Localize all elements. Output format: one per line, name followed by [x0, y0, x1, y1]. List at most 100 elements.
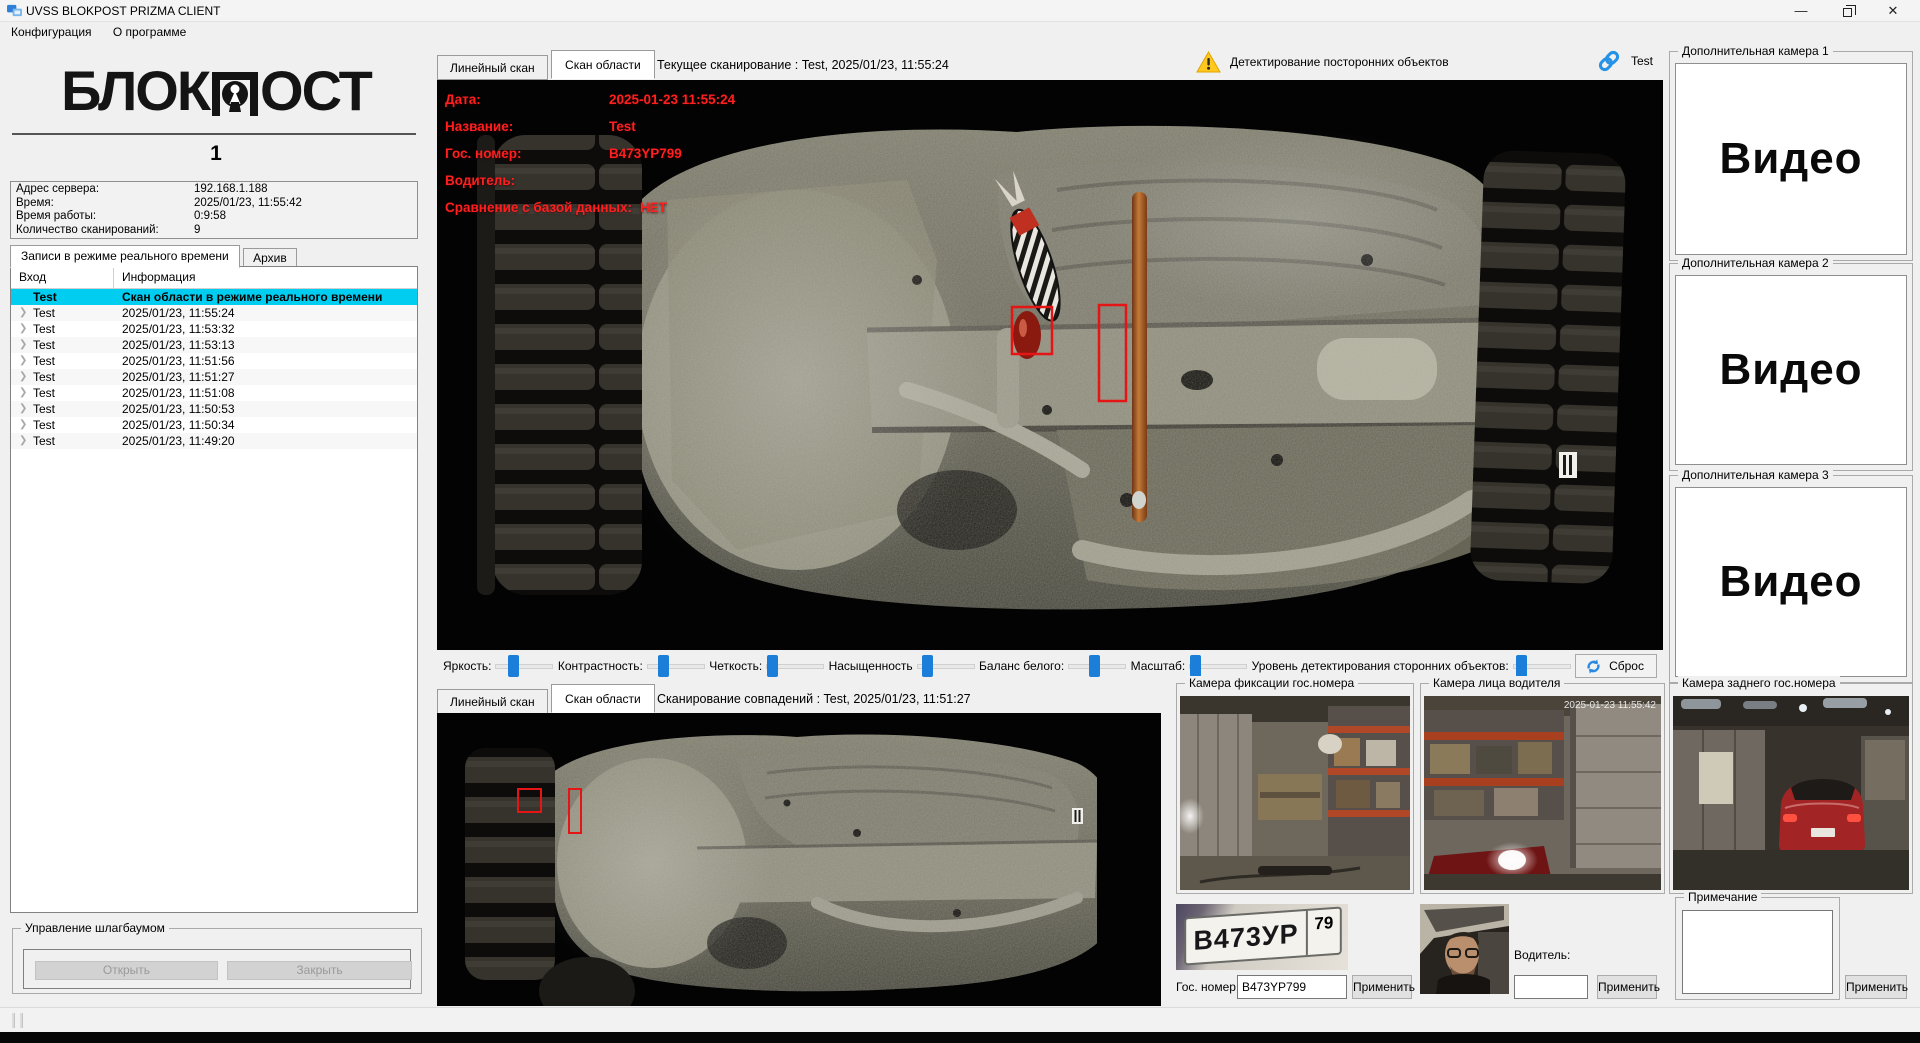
chevron-right-icon[interactable]: ❯ — [19, 417, 33, 433]
face-camera-timestamp: 2025-01-23 11:55:42 — [1563, 700, 1656, 711]
contrast-slider: Контрастность: — [558, 655, 705, 677]
face-camera-title: Камера лица водителя — [1429, 676, 1565, 690]
menu-about[interactable]: О программе — [104, 22, 195, 42]
barrier-group-title: Управление шлагбаумом — [21, 921, 169, 935]
scale-slider-handle[interactable] — [1190, 655, 1202, 677]
records-table: Вход Информация Test Скан области в режи… — [10, 266, 418, 913]
table-row[interactable]: ❯ Test 2025/01/23, 11:50:53 — [11, 401, 417, 417]
scan-link[interactable]: Test — [1596, 48, 1653, 74]
table-row[interactable]: ❯ Test 2025/01/23, 11:51:27 — [11, 369, 417, 385]
table-row[interactable]: ❯ Test 2025/01/23, 11:55:24 — [11, 305, 417, 321]
plate-input[interactable] — [1237, 975, 1347, 999]
table-row[interactable]: ❯ Test 2025/01/23, 11:51:08 — [11, 385, 417, 401]
chevron-right-icon[interactable]: ❯ — [19, 401, 33, 417]
menu-configuration[interactable]: Конфигурация — [2, 22, 101, 42]
reset-button-label: Сброс — [1609, 659, 1644, 673]
logo-text-right: ОСТ — [260, 58, 373, 122]
bottom-edge-strip — [0, 1032, 1920, 1043]
overlay-name-label: Название: — [445, 119, 514, 134]
tab-linear-scan-bottom[interactable]: Линейный скан — [437, 689, 548, 714]
minimize-button[interactable]: — — [1784, 0, 1818, 22]
window-title: UVSS BLOKPOST PRIZMA CLIENT — [26, 4, 221, 18]
match-scan-caption: Сканирование совпадений : Test, 2025/01/… — [657, 692, 971, 706]
menu-bar: Конфигурация О программе — [0, 22, 1920, 43]
sharpness-slider-handle[interactable] — [767, 655, 778, 677]
chevron-right-icon[interactable]: ❯ — [19, 385, 33, 401]
extra-camera-2-title: Дополнительная камера 2 — [1678, 256, 1833, 270]
chevron-right-icon[interactable]: ❯ — [19, 369, 33, 385]
sharpness-slider: Четкость: — [709, 655, 825, 677]
tab-linear-scan-top[interactable]: Линейный скан — [437, 55, 548, 80]
reset-button[interactable]: Сброс — [1575, 654, 1657, 678]
status-grip — [12, 1013, 15, 1028]
app-icon — [7, 4, 22, 17]
chevron-right-icon[interactable]: ❯ — [19, 353, 33, 369]
tab-area-scan-bottom[interactable]: Скан области — [551, 684, 655, 713]
status-bar — [0, 1007, 1920, 1032]
table-row[interactable]: ❯ Test 2025/01/23, 11:49:20 — [11, 433, 417, 449]
scan-count-value: 9 — [194, 223, 201, 236]
note-textarea[interactable] — [1682, 910, 1833, 994]
scan-link-label[interactable]: Test — [1631, 54, 1653, 68]
column-entry: Вход — [11, 267, 114, 288]
saturation-slider: Насыщенность — [829, 655, 975, 677]
chevron-right-icon[interactable]: ❯ — [19, 321, 33, 337]
scan1-tabs: Линейный скан Скан области — [437, 50, 655, 80]
current-scan-caption: Текущее сканирование : Test, 2025/01/23,… — [657, 58, 949, 72]
overlay-name-value: Test — [609, 119, 636, 134]
driver-input[interactable] — [1514, 975, 1588, 999]
plate-camera-title: Камера фиксации гос.номера — [1185, 676, 1359, 690]
server-address-label: Адрес сервера: — [16, 183, 100, 195]
restore-icon — [1842, 5, 1856, 17]
close-button[interactable]: ✕ — [1876, 0, 1910, 22]
server-address-value: 192.168.1.188 — [194, 183, 268, 195]
scale-slider: Масштаб: — [1131, 655, 1248, 677]
scan-count-label: Количество сканирований: — [16, 223, 159, 236]
table-row[interactable]: ❯ Test 2025/01/23, 11:50:34 — [11, 417, 417, 433]
plate-apply-button[interactable]: Применить — [1352, 975, 1415, 999]
overlay-date-label: Дата: — [445, 92, 481, 107]
keyhole-icon — [212, 72, 259, 116]
restore-button[interactable] — [1830, 0, 1864, 22]
plate-number-text: В473УР — [1193, 917, 1299, 956]
status-grip — [20, 1013, 23, 1028]
foreign-object-warning: Детектирование посторонних объектов — [1196, 51, 1449, 73]
time-label: Время: — [16, 196, 54, 209]
tab-archive[interactable]: Архив — [243, 248, 297, 268]
barrier-close-button[interactable]: Закрыть — [227, 961, 412, 980]
chevron-right-icon[interactable]: ❯ — [19, 433, 33, 449]
overlay-plate-label: Гос. номер: — [445, 146, 522, 161]
table-row[interactable]: ❯ Test 2025/01/23, 11:53:32 — [11, 321, 417, 337]
barrier-buttons-panel: Открыть Закрыть — [23, 949, 412, 989]
white-balance-slider-handle[interactable] — [1089, 655, 1101, 677]
note-apply-button[interactable]: Применить — [1845, 975, 1908, 999]
overlay-driver-label: Водитель: — [445, 173, 516, 188]
detection-level-slider-handle[interactable] — [1516, 655, 1528, 677]
warning-icon — [1196, 51, 1221, 73]
server-info-box: Адрес сервера: 192.168.1.188 Время: 2025/0… — [10, 181, 418, 239]
tab-area-scan-top[interactable]: Скан области — [551, 50, 655, 79]
match-underbody-scan — [437, 713, 1161, 1006]
table-row[interactable]: ❯ Test 2025/01/23, 11:51:56 — [11, 353, 417, 369]
reset-cycle-icon — [1587, 658, 1600, 674]
plate-crop-image: В473УР 79 — [1176, 904, 1348, 970]
driver-apply-button[interactable]: Применить — [1597, 975, 1660, 999]
extra-camera-3-title: Дополнительная камера 3 — [1678, 468, 1833, 482]
table-row-selected[interactable]: Test Скан области в режиме реального вре… — [11, 289, 417, 305]
logo-text-left: БЛОК — [61, 58, 211, 122]
brightness-slider-handle[interactable] — [507, 655, 519, 677]
tab-realtime-records[interactable]: Записи в режиме реального времени — [10, 245, 240, 268]
overlay-date-value: 2025-01-23 11:55:24 — [609, 92, 736, 107]
scan-overlay-info: Дата: 2025-01-23 11:55:24 Название: Test Г… — [445, 92, 735, 227]
contrast-slider-handle[interactable] — [658, 655, 670, 677]
plate-camera-image — [1180, 696, 1410, 890]
table-row[interactable]: ❯ Test 2025/01/23, 11:53:13 — [11, 337, 417, 353]
barrier-open-button[interactable]: Открыть — [35, 961, 218, 980]
overlay-dbmatch-value: НЕТ — [640, 200, 668, 215]
saturation-slider-handle[interactable] — [922, 655, 934, 677]
column-info: Информация — [122, 270, 196, 284]
chevron-right-icon[interactable]: ❯ — [19, 337, 33, 353]
uptime-value: 0:9:58 — [194, 210, 226, 222]
lane-counter: 1 — [210, 142, 222, 165]
chevron-right-icon[interactable]: ❯ — [19, 305, 33, 321]
